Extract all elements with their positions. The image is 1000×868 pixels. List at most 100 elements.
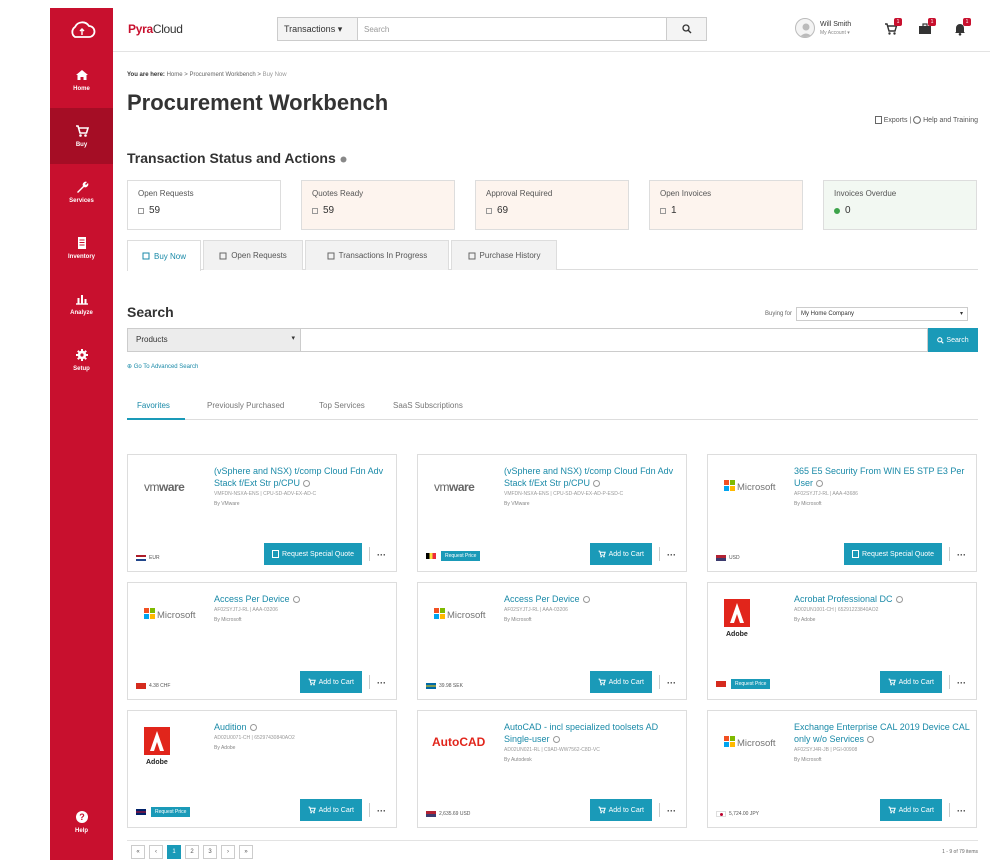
product-title[interactable]: AutoCAD - incl specialized toolsets AD S… [504,721,682,745]
briefcase-icon[interactable]: 1 [918,18,936,36]
page-button[interactable]: ‹ [149,845,163,859]
divider [659,803,660,817]
page-button[interactable]: 2 [185,845,199,859]
product-title[interactable]: (vSphere and NSX) t/comp Cloud Fdn Adv S… [214,465,392,489]
tab-purchase-history[interactable]: Purchase History [451,240,557,270]
more-options-icon[interactable]: ··· [377,551,386,560]
request-price-badge[interactable]: Request Price [151,807,191,817]
search-input[interactable]: Search [358,18,666,40]
favorite-heart-icon[interactable] [816,480,824,488]
more-options-icon[interactable]: ··· [667,679,676,688]
wrench-icon [74,180,90,194]
sidebar-item-inventory[interactable]: Inventory [50,220,113,276]
product-sku: VMFDN-NSXA-ENS | CPU-SD-ADV-EX-AD-P-ESD-… [504,491,624,497]
add-to-cart-button[interactable]: Add to Cart [879,799,942,821]
status-card-approval-required[interactable]: Approval Required 69 [475,180,629,230]
product-search-button[interactable]: Search [928,328,978,352]
request-price-badge[interactable]: Request Price [731,679,771,689]
cloud-logo-icon[interactable] [50,8,113,52]
cart-icon [888,678,896,686]
favorite-heart-icon[interactable] [582,596,590,604]
product-title[interactable]: Acrobat Professional DC [794,593,972,605]
page-button[interactable]: › [221,845,235,859]
more-options-icon[interactable]: ··· [667,551,676,560]
more-options-icon[interactable]: ··· [377,807,386,816]
sidebar-item-setup[interactable]: Setup [50,332,113,388]
page-button[interactable]: 1 [167,845,181,859]
divider [949,547,950,561]
product-sku: AF02SYJTJ-RL | AAA-43686 [794,491,858,497]
favorite-heart-icon[interactable] [292,596,300,604]
subtab-saas-subscriptions[interactable]: SaaS Subscriptions [393,401,463,410]
sidebar-item-home[interactable]: Home [50,52,113,108]
page-button[interactable]: » [239,845,253,859]
favorite-heart-icon[interactable] [593,480,601,488]
product-title[interactable]: Access Per Device [504,593,682,605]
sidebar-item-label: Analyze [70,310,93,316]
more-options-icon[interactable]: ··· [957,551,966,560]
favorite-heart-icon[interactable] [249,724,257,732]
add-to-cart-button[interactable]: Add to Cart [299,799,362,821]
exports-link[interactable]: Exports [874,116,907,124]
product-title[interactable]: Access Per Device [214,593,392,605]
more-options-icon[interactable]: ··· [957,807,966,816]
favorite-heart-icon[interactable] [867,736,875,744]
more-options-icon[interactable]: ··· [377,679,386,688]
divider [369,547,370,561]
product-card: Adobe Audition AD02U0071-CH | 6529743084… [127,710,397,828]
advanced-search-link[interactable]: ⊕ Go To Advanced Search [127,363,198,370]
pagination: 1 - 9 of 79 items « ‹ 1 2 3 › » [127,840,978,860]
status-card-invoices-overdue[interactable]: Invoices Overdue 0 [823,180,977,230]
product-title[interactable]: (vSphere and NSX) t/comp Cloud Fdn Adv S… [504,465,682,489]
status-card-open-requests[interactable]: Open Requests 59 [127,180,281,230]
search-category-select[interactable]: Transactions ▾ [278,18,358,40]
subtab-top-services[interactable]: Top Services [319,401,365,410]
product-category-select[interactable]: Products ▾ [127,328,301,352]
add-to-cart-button[interactable]: Add to Cart [589,543,652,565]
more-options-icon[interactable]: ··· [667,807,676,816]
sidebar-item-help[interactable]: ? Help [50,794,113,850]
subtab-previously-purchased[interactable]: Previously Purchased [207,401,284,410]
favorite-heart-icon[interactable] [303,480,311,488]
product-price-area: Request Price [716,679,771,689]
brand-logo[interactable]: PyraCloud [128,22,183,36]
product-title[interactable]: Exchange Enterprise CAL 2019 Device CAL … [794,721,972,745]
cart-icon[interactable]: 1 [884,18,902,36]
breadcrumb-home[interactable]: Home [167,72,183,78]
info-icon[interactable] [340,156,347,163]
help-training-link[interactable]: Help and Training [913,116,978,124]
sidebar-item-buy[interactable]: Buy [50,108,113,164]
tab-transactions-in-progress[interactable]: Transactions In Progress [305,240,449,270]
bell-icon[interactable]: 1 [953,18,971,36]
status-card-quotes-ready[interactable]: Quotes Ready 59 [301,180,455,230]
sidebar-item-analyze[interactable]: Analyze [50,276,113,332]
page-button[interactable]: « [131,845,145,859]
page-button[interactable]: 3 [203,845,217,859]
add-to-cart-button[interactable]: Add to Cart [589,671,652,693]
flag-se-icon [426,683,436,689]
favorite-heart-icon[interactable] [552,736,560,744]
more-options-icon[interactable]: ··· [957,679,966,688]
subtab-favorites[interactable]: Favorites [137,401,170,410]
request-special-quote-button[interactable]: Request Special Quote [844,543,942,565]
add-to-cart-button[interactable]: Add to Cart [299,671,362,693]
breadcrumb-workbench[interactable]: Procurement Workbench [189,72,255,78]
user-menu[interactable]: Will Smith My Account ▾ [795,18,851,38]
product-title[interactable]: 365 E5 Security From WIN E5 STP E3 Per U… [794,465,972,489]
microsoft-logo: Microsoft [722,727,782,757]
help-icon: ? [74,810,90,824]
buying-for-select[interactable]: My Home Company ▾ [796,307,969,321]
add-to-cart-button[interactable]: Add to Cart [589,799,652,821]
favorite-heart-icon[interactable] [895,596,903,604]
product-title[interactable]: Audition [214,721,392,733]
user-account-link[interactable]: My Account ▾ [820,30,851,36]
search-button[interactable] [666,18,706,40]
sidebar-item-services[interactable]: Services [50,164,113,220]
tab-buy-now[interactable]: Buy Now [127,240,201,271]
request-price-badge[interactable]: Request Price [441,551,481,561]
product-search-input[interactable] [301,328,928,352]
add-to-cart-button[interactable]: Add to Cart [879,671,942,693]
tab-open-requests[interactable]: Open Requests [203,240,303,270]
status-card-open-invoices[interactable]: Open Invoices 1 [649,180,803,230]
request-special-quote-button[interactable]: Request Special Quote [264,543,362,565]
